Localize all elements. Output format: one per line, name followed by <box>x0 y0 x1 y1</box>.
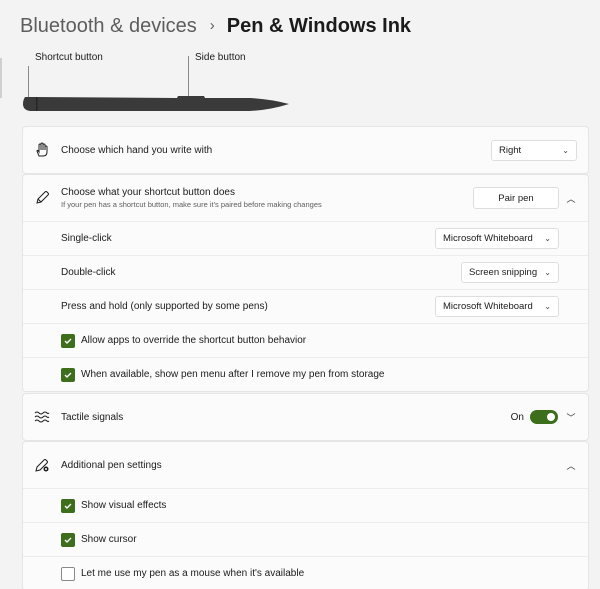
breadcrumb-separator-icon: › <box>209 17 215 34</box>
chevron-down-icon[interactable]: ﹀ <box>564 410 578 424</box>
tactile-card: Tactile signals On ﹀ <box>22 393 589 441</box>
single-click-dropdown[interactable]: Microsoft Whiteboard ⌄ <box>435 228 559 249</box>
handedness-dropdown[interactable]: Right ⌄ <box>491 139 577 161</box>
double-click-dropdown[interactable]: Screen snipping ⌄ <box>461 262 559 283</box>
shortcut-title-block: Choose what your shortcut button does If… <box>61 187 322 209</box>
additional-checkbox-row: Show visual effects <box>23 488 588 522</box>
shortcut-action-row: Single-click Microsoft Whiteboard ⌄ <box>23 221 588 255</box>
breadcrumb: Bluetooth & devices › Pen & Windows Ink <box>20 12 411 40</box>
shortcut-checkbox-row: Allow apps to override the shortcut butt… <box>23 323 588 357</box>
show-pen-menu-checkbox[interactable] <box>61 367 75 382</box>
handedness-card: Choose which hand you write with Right ⌄ <box>22 126 589 174</box>
additional-checkbox-row: Show cursor <box>23 522 588 556</box>
pen-icon <box>34 190 50 206</box>
check-icon <box>64 537 72 543</box>
hand-icon <box>34 142 50 158</box>
shortcut-card: Choose what your shortcut button does If… <box>22 174 589 392</box>
tactile-state-label: On <box>510 411 524 423</box>
press-hold-value: Microsoft Whiteboard <box>443 301 533 312</box>
chevron-up-icon[interactable]: ︿ <box>564 191 578 205</box>
show-pen-menu-label: When available, show pen menu after I re… <box>81 369 385 380</box>
single-click-value: Microsoft Whiteboard <box>443 233 533 244</box>
pen-settings-icon <box>34 457 50 473</box>
handedness-row: Choose which hand you write with Right ⌄ <box>23 127 588 173</box>
show-visual-effects-checkbox[interactable] <box>61 498 75 513</box>
allow-override-checkbox[interactable] <box>61 333 75 348</box>
chevron-down-icon: ⌄ <box>544 234 551 243</box>
shortcut-title: Choose what your shortcut button does <box>61 187 235 198</box>
chevron-down-icon: ⌄ <box>544 268 551 277</box>
shortcut-subtitle: If your pen has a shortcut button, make … <box>61 200 322 209</box>
double-click-label: Double-click <box>61 267 116 278</box>
show-cursor-label: Show cursor <box>81 534 137 545</box>
chevron-down-icon: ⌄ <box>544 302 551 311</box>
tactile-toggle[interactable] <box>530 410 558 424</box>
breadcrumb-parent[interactable]: Bluetooth & devices <box>20 12 197 40</box>
handedness-value: Right <box>499 144 522 156</box>
check-icon <box>64 338 72 344</box>
show-visual-effects-label: Show visual effects <box>81 500 167 511</box>
pen-icon-large <box>23 96 289 111</box>
chevron-down-icon: ⌄ <box>562 145 569 155</box>
shortcut-header-row[interactable]: Choose what your shortcut button does If… <box>23 175 588 221</box>
tactile-row[interactable]: Tactile signals On ﹀ <box>23 394 588 440</box>
pair-pen-button[interactable]: Pair pen <box>473 187 559 209</box>
additional-card: Additional pen settings ︿ Show visual ef… <box>22 441 589 589</box>
shortcut-action-row: Double-click Screen snipping ⌄ <box>23 255 588 289</box>
pen-as-mouse-checkbox[interactable] <box>61 566 75 581</box>
pen-as-mouse-label: Let me use my pen as a mouse when it's a… <box>81 568 305 579</box>
show-cursor-checkbox[interactable] <box>61 532 75 547</box>
press-hold-label: Press and hold (only supported by some p… <box>61 301 268 312</box>
check-icon <box>64 503 72 509</box>
tactile-title: Tactile signals <box>61 411 124 423</box>
toggle-knob <box>547 413 555 421</box>
pen-illustration: Shortcut button Side button <box>0 44 600 124</box>
additional-checkbox-row: Let me use my pen as a mouse when it's a… <box>23 556 588 589</box>
single-click-label: Single-click <box>61 233 112 244</box>
allow-override-label: Allow apps to override the shortcut butt… <box>81 335 307 346</box>
press-hold-dropdown[interactable]: Microsoft Whiteboard ⌄ <box>435 296 559 317</box>
shortcut-checkbox-row: When available, show pen menu after I re… <box>23 357 588 391</box>
chevron-up-icon[interactable]: ︿ <box>564 458 578 472</box>
shortcut-action-row: Press and hold (only supported by some p… <box>23 289 588 323</box>
check-icon <box>64 372 72 378</box>
page-title: Pen & Windows Ink <box>226 15 412 37</box>
additional-header-row[interactable]: Additional pen settings ︿ <box>23 442 588 488</box>
handedness-title: Choose which hand you write with <box>61 144 213 156</box>
additional-title: Additional pen settings <box>61 459 162 471</box>
vibration-icon <box>34 409 50 425</box>
double-click-value: Screen snipping <box>469 267 538 278</box>
